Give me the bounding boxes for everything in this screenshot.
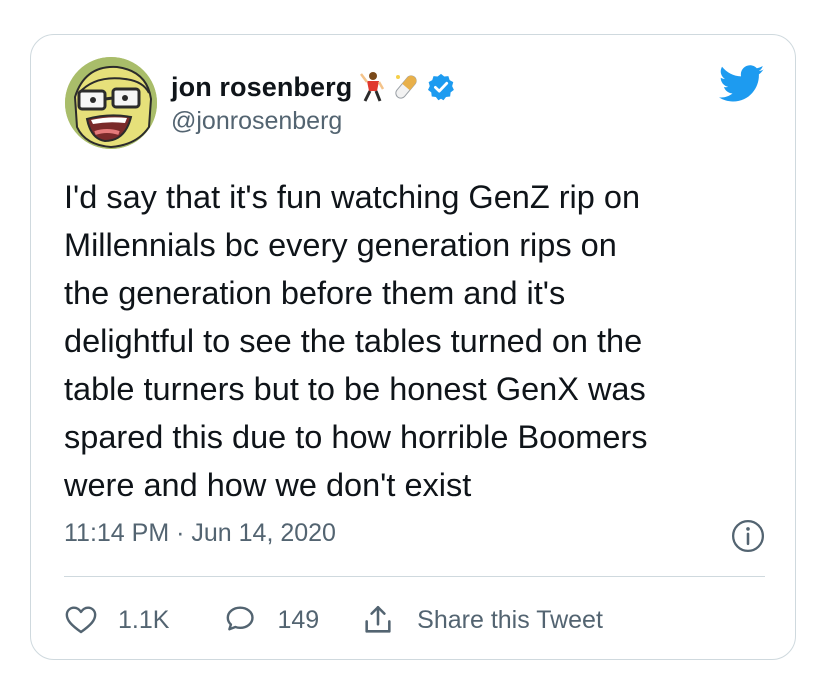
- share-button[interactable]: Share this Tweet: [361, 603, 603, 637]
- tweet-time: 11:14 PM: [64, 519, 170, 547]
- avatar[interactable]: [65, 57, 157, 149]
- tweet-date: Jun 14, 2020: [191, 519, 336, 547]
- action-bar: 1.1K 149 Share this Tweet: [64, 599, 603, 641]
- verified-badge-icon: [428, 73, 455, 101]
- display-name[interactable]: jon rosenberg: [171, 72, 352, 103]
- heart-icon: [65, 606, 97, 634]
- reply-count: 149: [277, 605, 320, 634]
- tweet-card[interactable]: jon rosenberg @jonrosenberg I'd say that…: [30, 34, 796, 660]
- divider: [64, 576, 765, 577]
- cartoon-avatar-image: [65, 57, 157, 149]
- twitter-bird-icon[interactable]: [719, 65, 765, 103]
- tweet-text: I'd say that it's fun watching GenZ rip …: [64, 179, 648, 503]
- tweet-timestamp[interactable]: 11:14 PM · Jun 14, 2020: [64, 519, 336, 548]
- reply-button[interactable]: 149: [223, 603, 319, 637]
- share-label: Share this Tweet: [417, 605, 603, 634]
- man-dancing-emoji-icon: [360, 72, 385, 102]
- pill-emoji-icon: [395, 75, 417, 99]
- share-upload-icon: [365, 605, 391, 633]
- author-handle[interactable]: @jonrosenberg: [171, 107, 342, 136]
- author-name-row: jon rosenberg: [171, 69, 456, 105]
- speech-bubble-icon: [227, 606, 255, 631]
- timestamp-separator: ·: [176, 519, 185, 547]
- like-button[interactable]: 1.1K: [64, 603, 169, 637]
- info-icon[interactable]: [731, 519, 765, 553]
- like-count: 1.1K: [118, 605, 170, 634]
